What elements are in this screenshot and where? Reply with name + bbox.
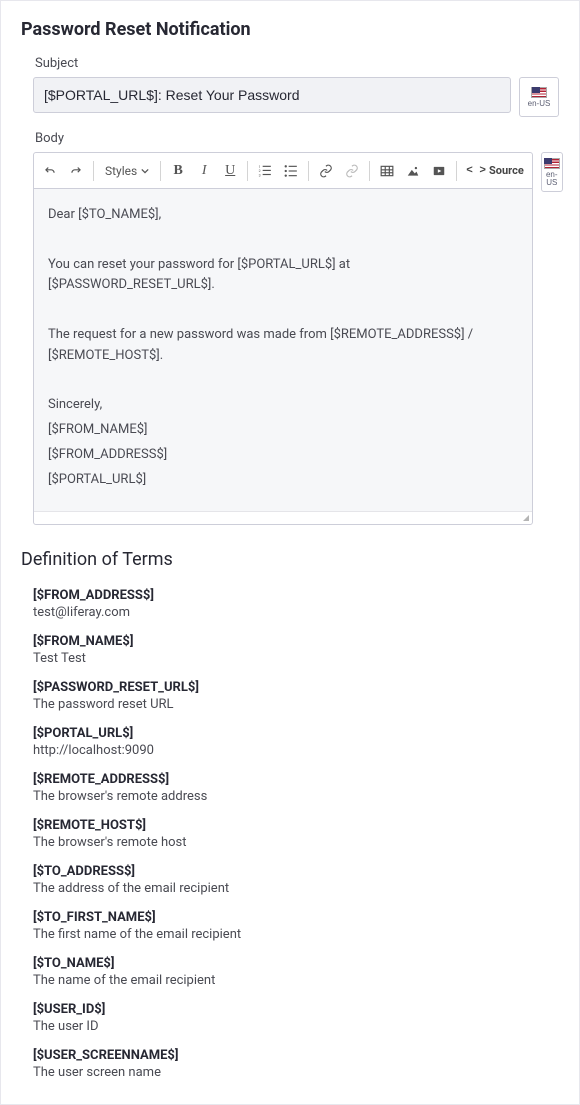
- term-key: [$USER_ID$]: [33, 1002, 559, 1017]
- term-key: [$FROM_ADDRESS$]: [33, 588, 559, 603]
- term-description: The user screen name: [33, 1065, 559, 1080]
- unordered-list-icon[interactable]: [279, 159, 303, 183]
- term-item: [$TO_NAME$] The name of the email recipie…: [33, 956, 559, 988]
- term-description: The user ID: [33, 1019, 559, 1034]
- styles-label: Styles: [105, 164, 137, 178]
- source-button[interactable]: < > Source: [462, 159, 528, 183]
- email-closing2: [$FROM_NAME$]: [48, 420, 518, 441]
- email-closing4: [$PORTAL_URL$]: [48, 470, 518, 491]
- email-line1: You can reset your password for [$PORTAL…: [48, 255, 518, 297]
- term-description: test@liferay.com: [33, 605, 559, 620]
- body-label: Body: [35, 131, 559, 146]
- unlink-icon[interactable]: [340, 159, 364, 183]
- locale-button-body[interactable]: en-US: [541, 152, 563, 192]
- table-icon[interactable]: [375, 159, 399, 183]
- locale-label: en-US: [528, 100, 551, 108]
- locale-label: en-US: [544, 171, 560, 187]
- term-description: Test Test: [33, 651, 559, 666]
- email-greeting: Dear [$TO_NAME$],: [48, 205, 518, 226]
- chevron-down-icon: [141, 167, 149, 175]
- term-key: [$REMOTE_ADDRESS$]: [33, 772, 559, 787]
- term-item: [$PASSWORD_RESET_URL$] The password reset…: [33, 680, 559, 712]
- underline-icon[interactable]: U: [218, 159, 242, 183]
- email-closing3: [$FROM_ADDRESS$]: [48, 445, 518, 466]
- term-description: The name of the email recipient: [33, 973, 559, 988]
- page-title: Password Reset Notification: [21, 19, 559, 40]
- term-description: The address of the email recipient: [33, 881, 559, 896]
- email-line2: The request for a new password was made …: [48, 325, 518, 367]
- term-description: http://localhost:9090: [33, 743, 559, 758]
- term-key: [$PORTAL_URL$]: [33, 726, 559, 741]
- bold-icon[interactable]: B: [166, 159, 190, 183]
- term-item: [$FROM_NAME$] Test Test: [33, 634, 559, 666]
- term-key: [$PASSWORD_RESET_URL$]: [33, 680, 559, 695]
- term-item: [$FROM_ADDRESS$] test@liferay.com: [33, 588, 559, 620]
- image-icon[interactable]: [401, 159, 425, 183]
- flag-icon: [531, 87, 547, 98]
- editor-body[interactable]: Dear [$TO_NAME$], You can reset your pas…: [34, 189, 532, 512]
- term-description: The first name of the email recipient: [33, 927, 559, 942]
- term-description: The password reset URL: [33, 697, 559, 712]
- subject-block: Subject en-US: [21, 56, 559, 117]
- toolbar-separator: [160, 161, 161, 181]
- term-key: [$REMOTE_HOST$]: [33, 818, 559, 833]
- term-item: [$USER_SCREENNAME$] The user screen name: [33, 1048, 559, 1080]
- toolbar-separator: [247, 161, 248, 181]
- page-container: Password Reset Notification Subject en-U…: [0, 0, 580, 1105]
- term-item: [$PORTAL_URL$] http://localhost:9090: [33, 726, 559, 758]
- toolbar-separator: [93, 161, 94, 181]
- source-label: Source: [489, 164, 524, 177]
- term-description: The browser's remote address: [33, 789, 559, 804]
- toolbar-separator: [369, 161, 370, 181]
- link-icon[interactable]: [314, 159, 338, 183]
- terms-list: [$FROM_ADDRESS$] test@liferay.com [$FROM_N…: [21, 588, 559, 1080]
- term-key: [$TO_NAME$]: [33, 956, 559, 971]
- term-description: The browser's remote host: [33, 835, 559, 850]
- body-row: Styles B I U 123: [33, 152, 559, 525]
- svg-text:2: 2: [259, 169, 261, 173]
- term-key: [$USER_SCREENNAME$]: [33, 1048, 559, 1063]
- body-block: Body Styles B I: [21, 131, 559, 525]
- resize-handle[interactable]: [34, 512, 532, 524]
- rich-text-editor: Styles B I U 123: [33, 152, 533, 525]
- locale-button-subject[interactable]: en-US: [519, 77, 559, 117]
- subject-input[interactable]: [33, 77, 511, 113]
- term-item: [$REMOTE_ADDRESS$] The browser's remote a…: [33, 772, 559, 804]
- code-icon: < >: [466, 165, 486, 177]
- video-icon[interactable]: [427, 159, 451, 183]
- svg-text:3: 3: [259, 173, 261, 177]
- styles-dropdown[interactable]: Styles: [99, 159, 155, 183]
- term-key: [$TO_FIRST_NAME$]: [33, 910, 559, 925]
- undo-icon[interactable]: [38, 159, 62, 183]
- email-closing1: Sincerely,: [48, 395, 518, 416]
- term-item: [$TO_ADDRESS$] The address of the email r…: [33, 864, 559, 896]
- toolbar-separator: [456, 161, 457, 181]
- toolbar-separator: [308, 161, 309, 181]
- term-item: [$USER_ID$] The user ID: [33, 1002, 559, 1034]
- subject-row: en-US: [33, 77, 559, 117]
- flag-icon: [544, 158, 560, 169]
- term-item: [$REMOTE_HOST$] The browser's remote host: [33, 818, 559, 850]
- redo-icon[interactable]: [64, 159, 88, 183]
- svg-text:1: 1: [259, 165, 261, 169]
- definitions-heading: Definition of Terms: [21, 549, 559, 570]
- subject-label: Subject: [35, 56, 559, 71]
- italic-icon[interactable]: I: [192, 159, 216, 183]
- term-key: [$TO_ADDRESS$]: [33, 864, 559, 879]
- editor-toolbar: Styles B I U 123: [34, 153, 532, 189]
- ordered-list-icon[interactable]: 123: [253, 159, 277, 183]
- term-key: [$FROM_NAME$]: [33, 634, 559, 649]
- term-item: [$TO_FIRST_NAME$] The first name of the e…: [33, 910, 559, 942]
